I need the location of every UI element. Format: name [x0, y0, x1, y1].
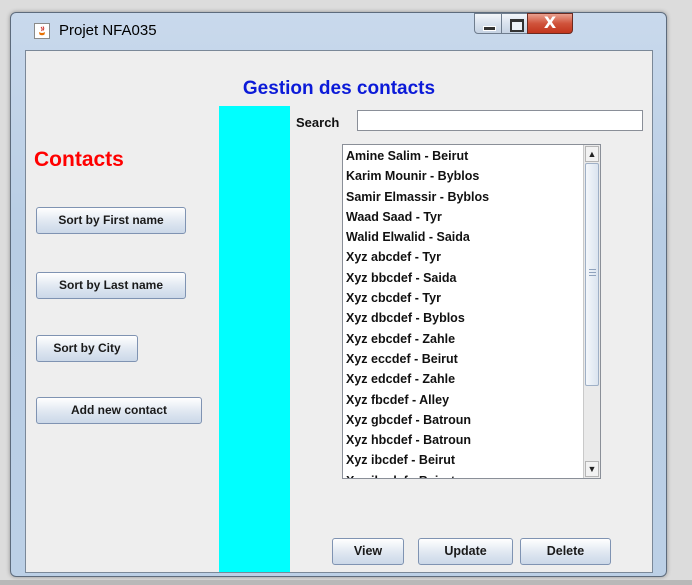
grip-icon	[589, 269, 596, 276]
desktop-strip	[0, 580, 692, 585]
add-new-contact-button[interactable]: Add new contact	[36, 397, 202, 424]
list-item[interactable]: Xyz ebcdef - Zahle	[346, 329, 582, 349]
list-item[interactable]: Xyz jbcdef - Beirut	[346, 471, 582, 478]
list-item[interactable]: Samir Elmassir - Byblos	[346, 187, 582, 207]
window-title: Projet NFA035	[59, 22, 157, 39]
list-item[interactable]: Xyz abcdef - Tyr	[346, 247, 582, 267]
sort-by-last-name-button[interactable]: Sort by Last name	[36, 272, 186, 299]
list-item[interactable]: Xyz dbcdef - Byblos	[346, 308, 582, 328]
delete-button[interactable]: Delete	[520, 538, 611, 565]
divider-bar	[219, 106, 290, 572]
list-item[interactable]: Xyz fbcdef - Alley	[346, 390, 582, 410]
minimize-button[interactable]	[474, 13, 502, 34]
list-item[interactable]: Xyz eccdef - Beirut	[346, 349, 582, 369]
list-item[interactable]: Waad Saad - Tyr	[346, 207, 582, 227]
scrollbar-thumb[interactable]	[585, 163, 599, 386]
scroll-up-arrow-icon[interactable]: ▲	[585, 146, 599, 162]
close-icon: X	[543, 13, 557, 32]
content-panel: Gestion des contacts Contacts Sort by Fi…	[25, 50, 653, 573]
maximize-button[interactable]	[501, 13, 528, 34]
app-window: Projet NFA035 X Gestion des contacts Con…	[10, 12, 667, 577]
title-bar[interactable]: Projet NFA035 X	[11, 13, 666, 49]
view-button[interactable]: View	[332, 538, 404, 565]
list-item[interactable]: Amine Salim - Beirut	[346, 146, 582, 166]
close-button[interactable]: X	[527, 13, 573, 34]
search-input[interactable]	[357, 110, 643, 131]
contacts-list[interactable]: Amine Salim - Beirut Karim Mounir - Byblo…	[342, 144, 601, 479]
list-item[interactable]: Xyz gbcdef - Batroun	[346, 410, 582, 430]
page-title: Gestion des contacts	[242, 78, 436, 99]
list-item[interactable]: Xyz hbcdef - Batroun	[346, 430, 582, 450]
sort-by-first-name-button[interactable]: Sort by First name	[36, 207, 186, 234]
scroll-down-arrow-icon[interactable]: ▼	[585, 461, 599, 477]
list-item[interactable]: Xyz bbcdef - Saida	[346, 268, 582, 288]
list-item[interactable]: Karim Mounir - Byblos	[346, 166, 582, 186]
java-app-icon	[34, 23, 50, 39]
contacts-list-items: Amine Salim - Beirut Karim Mounir - Byblo…	[346, 146, 582, 478]
list-item[interactable]: Xyz cbcdef - Tyr	[346, 288, 582, 308]
update-button[interactable]: Update	[418, 538, 513, 565]
list-item[interactable]: Xyz edcdef - Zahle	[346, 369, 582, 389]
contacts-heading: Contacts	[34, 148, 124, 171]
list-item[interactable]: Walid Elwalid - Saida	[346, 227, 582, 247]
vertical-scrollbar[interactable]: ▲ ▼	[583, 145, 600, 478]
list-item[interactable]: Xyz ibcdef - Beirut	[346, 450, 582, 470]
sort-by-city-button[interactable]: Sort by City	[36, 335, 138, 362]
search-label: Search	[296, 115, 340, 130]
